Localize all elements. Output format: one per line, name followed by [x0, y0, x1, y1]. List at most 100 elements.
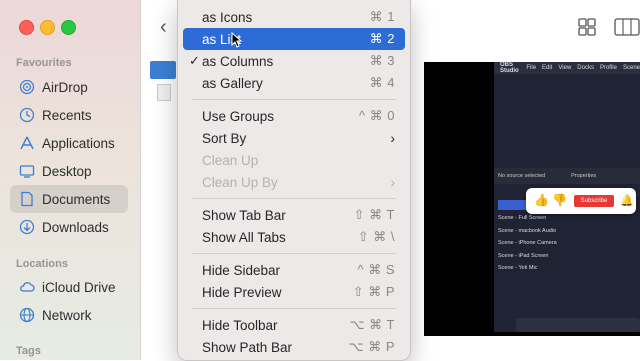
minimize-window-button[interactable]	[40, 20, 55, 35]
tags-heading: Tags	[16, 345, 41, 357]
menu-item-as-gallery[interactable]: as Gallery ⌘ 4	[183, 72, 405, 94]
zoom-window-button[interactable]	[61, 20, 76, 35]
obs-source-bar: No source selected Properties	[494, 168, 640, 184]
menu-item-label: Show All Tabs	[202, 229, 286, 245]
menu-item-label: as Gallery	[202, 75, 263, 91]
menu-shortcut: ⇧ ⌘ T	[353, 207, 395, 222]
menu-item-use-groups[interactable]: Use Groups ^ ⌘ 0	[183, 105, 405, 127]
sidebar-item-label: Network	[42, 307, 92, 323]
obs-menu-profile: Profile	[599, 65, 617, 71]
sidebar-item-label: AirDrop	[42, 79, 88, 95]
checkmark-icon: ✓	[189, 53, 200, 68]
obs-scene-item: Scene - macbook Audio	[498, 227, 557, 234]
menu-separator	[192, 308, 396, 309]
sidebar-item-airdrop[interactable]: AirDrop	[10, 73, 128, 101]
desktop-icon	[18, 162, 36, 180]
menu-item-sort-by[interactable]: Sort By ›	[183, 127, 405, 149]
menu-item-label: Show Tab Bar	[202, 207, 286, 223]
obs-app-title: OBS Studio	[500, 62, 519, 74]
menu-shortcut: ⌘ 4	[369, 75, 395, 90]
obs-dock	[516, 318, 640, 332]
menu-shortcut: ⇧ ⌘ \	[357, 229, 395, 244]
globe-icon	[18, 306, 36, 324]
favourites-heading: Favourites	[16, 57, 72, 69]
obs-scene-item: Scene - Yeti Mic	[498, 265, 538, 271]
menu-item-label: Hide Sidebar	[202, 262, 281, 278]
sidebar-item-documents[interactable]: Documents	[10, 185, 128, 213]
menu-separator	[192, 99, 396, 100]
close-window-button[interactable]	[19, 20, 34, 35]
obs-properties: Properties	[571, 173, 597, 179]
menu-shortcut: ⌥ ⌘ T	[349, 317, 395, 332]
obs-menu-view: View	[558, 65, 572, 71]
menu-item-hide-sidebar[interactable]: Hide Sidebar ^ ⌘ S	[183, 259, 405, 281]
obs-menu-edit: Edit	[542, 65, 553, 71]
back-chevron-icon[interactable]: ‹	[160, 16, 167, 39]
menu-item-label: Show Path Bar	[202, 339, 293, 355]
chevron-right-icon: ›	[390, 130, 395, 146]
obs-menu-file: File	[526, 65, 537, 71]
sidebar-item-applications[interactable]: Applications	[10, 129, 128, 157]
gallery-view-icon[interactable]	[614, 18, 640, 36]
menu-shortcut: ⌘ 1	[369, 9, 395, 24]
subscribe-button: Subscribe	[574, 195, 614, 207]
menu-item-label: as Icons	[202, 9, 253, 25]
bell-icon: 🔔	[620, 195, 634, 207]
obs-no-source: No source selected	[498, 173, 546, 179]
grid-view-icon[interactable]	[578, 18, 596, 36]
mouse-cursor-icon	[231, 32, 243, 48]
thumbs-up-icon: 👍	[534, 193, 549, 207]
menu-item-as-icons[interactable]: as Icons ⌘ 1	[183, 6, 405, 28]
obs-menubar: OBS Studio File Edit View Docks Profile …	[494, 62, 640, 74]
menu-item-label: Clean Up	[202, 152, 259, 168]
menu-item-clean-up-by: Clean Up By ›	[183, 171, 405, 193]
sidebar-item-network[interactable]: Network	[10, 301, 128, 329]
menu-item-label: Hide Preview	[202, 284, 282, 300]
menu-item-label: Hide Toolbar	[202, 317, 278, 333]
menu-shortcut: ^ ⌘ S	[357, 262, 395, 277]
cloud-icon	[18, 278, 36, 296]
download-icon	[18, 218, 36, 236]
menu-separator	[192, 198, 396, 199]
sidebar-item-label: Desktop	[42, 163, 92, 179]
sidebar-item-desktop[interactable]: Desktop	[10, 157, 128, 185]
view-menu: as Icons ⌘ 1 as List ⌘ 2 ✓ as Columns ⌘ …	[177, 0, 411, 361]
sidebar-item-icloud-drive[interactable]: iCloud Drive	[10, 273, 128, 301]
obs-scene-item: Scene - iPhone Camera	[498, 240, 557, 246]
clock-icon	[18, 106, 36, 124]
menu-item-show-path-bar[interactable]: Show Path Bar ⌥ ⌘ P	[183, 336, 405, 358]
menu-shortcut: ⌘ 2	[369, 31, 395, 46]
obs-menu-docks: Docks	[577, 65, 594, 71]
sidebar-item-label: iCloud Drive	[42, 279, 116, 295]
menu-item-as-columns[interactable]: ✓ as Columns ⌘ 3	[183, 50, 405, 72]
chevron-right-icon: ›	[390, 174, 395, 190]
menu-shortcut: ⇧ ⌘ P	[352, 284, 395, 299]
sidebar-item-label: Applications	[42, 135, 115, 151]
menu-item-show-all-tabs[interactable]: Show All Tabs ⇧ ⌘ \	[183, 226, 405, 248]
menu-item-show-tab-bar[interactable]: Show Tab Bar ⇧ ⌘ T	[183, 204, 405, 226]
menu-item-clean-up: Clean Up	[183, 149, 405, 171]
thumbs-down-icon: 👎	[552, 193, 567, 207]
menu-item-hide-preview[interactable]: Hide Preview ⇧ ⌘ P	[183, 281, 405, 303]
menu-shortcut: ^ ⌘ 0	[358, 108, 395, 123]
sidebar-item-label: Documents	[42, 191, 111, 207]
sidebar-item-recents[interactable]: Recents	[10, 101, 128, 129]
subscribe-overlay: 👍 👎 Subscribe 🔔	[526, 188, 636, 214]
menu-separator	[192, 253, 396, 254]
sidebar-item-downloads[interactable]: Downloads	[10, 213, 128, 241]
menu-item-hide-toolbar[interactable]: Hide Toolbar ⌥ ⌘ T	[183, 314, 405, 336]
sidebar-item-label: Recents	[42, 107, 92, 123]
obs-menu-scene: Scene	[622, 65, 640, 71]
menu-shortcut: ⌘ 3	[369, 53, 395, 68]
airdrop-icon	[18, 78, 36, 96]
document-file-thumbnail[interactable]	[157, 84, 171, 101]
menu-item-label: Clean Up By	[202, 174, 278, 190]
document-icon	[18, 190, 36, 208]
menu-item-label: Sort By	[202, 130, 247, 146]
video-file-thumbnail[interactable]	[150, 61, 176, 79]
sidebar: Favourites AirDrop Recents Applications …	[0, 0, 141, 360]
menu-shortcut: ⌥ ⌘ P	[348, 339, 395, 354]
menu-item-as-list[interactable]: as List ⌘ 2	[183, 28, 405, 50]
applications-icon	[18, 134, 36, 152]
sidebar-item-label: Downloads	[42, 219, 109, 235]
